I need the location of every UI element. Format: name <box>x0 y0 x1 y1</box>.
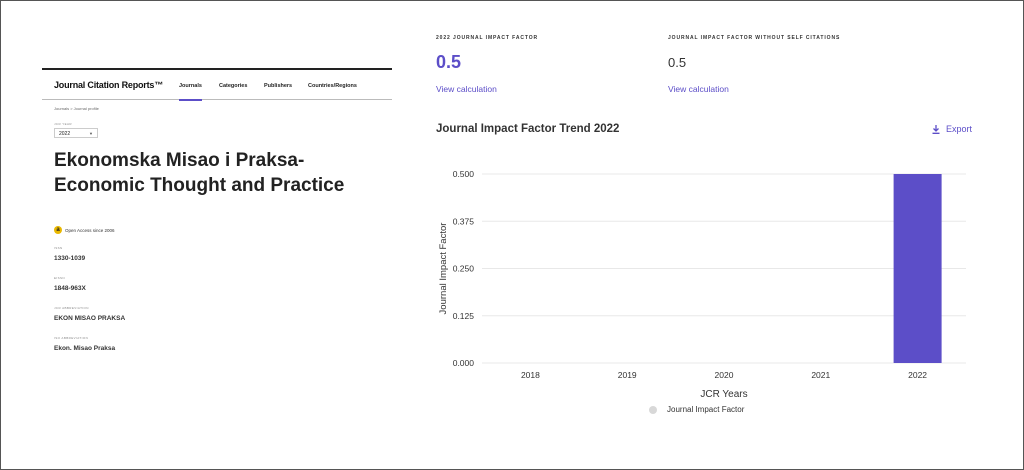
x-axis-title: JCR Years <box>700 389 747 400</box>
y-tick-label: 0.250 <box>453 264 475 274</box>
journal-title: Ekonomska Misao i Praksa-Economic Though… <box>54 150 345 196</box>
open-access-icon: a <box>54 226 62 234</box>
x-tick-label: 2022 <box>908 370 927 380</box>
iso-abbreviation-value: Ekon. Misao Praksa <box>54 345 116 352</box>
jcr-abbreviation-label: JCR ABBREVIATION <box>54 306 89 310</box>
jcr-year-value: 2022 <box>59 131 71 137</box>
issn-label: ISSN <box>54 246 63 250</box>
y-tick-label: 0.500 <box>453 169 475 179</box>
impact-factor-trend-chart: 0.000 0.125 0.250 0.375 0.500 2018 2019 2020 202… <box>438 169 966 400</box>
x-tick-label: 2021 <box>811 370 830 380</box>
jif-no-self-cite-value: 0.5 <box>668 55 687 70</box>
y-axis-title: Journal Impact Factor <box>438 223 449 315</box>
chevron-down-icon: ▼ <box>89 131 93 136</box>
nav-publishers[interactable]: Publishers <box>264 83 292 89</box>
iso-abbreviation-label: ISO ABBREVIATION <box>54 336 89 340</box>
y-tick-label: 0.125 <box>453 311 475 321</box>
jcr-year-select[interactable]: 2022 ▼ <box>54 128 98 138</box>
nav-journals[interactable]: Journals <box>179 83 202 101</box>
open-access-badge: a Open Access since 2006 <box>54 226 115 234</box>
journal-profile-panel: Journal Citation Reports™ Journals Categ… <box>42 68 392 380</box>
jif-label: 2022 JOURNAL IMPACT FACTOR <box>436 35 539 41</box>
breadcrumb[interactable]: Journals > Journal profile <box>54 106 99 111</box>
download-icon <box>932 124 940 134</box>
jif-no-self-cite-label: JOURNAL IMPACT FACTOR WITHOUT SELF CITAT… <box>668 35 841 41</box>
jcr-abbreviation-value: EKON MISAO PRAKSA <box>54 315 126 322</box>
y-tick-label: 0.375 <box>453 216 475 226</box>
eissn-label: EISSN <box>54 276 66 280</box>
jif-no-self-cite-view-calculation-link[interactable]: View calculation <box>668 84 729 94</box>
legend-label: Journal Impact Factor <box>667 405 745 414</box>
jif-view-calculation-link[interactable]: View calculation <box>436 84 497 94</box>
jcr-top-bar: Journal Citation Reports™ Journals Categ… <box>42 68 392 101</box>
jif-value: 0.5 <box>436 52 462 72</box>
jcr-brand[interactable]: Journal Citation Reports™ <box>54 80 163 90</box>
legend-swatch[interactable] <box>649 405 657 414</box>
export-label: Export <box>946 124 973 134</box>
nav-countries-regions[interactable]: Countries/Regions <box>308 83 357 89</box>
x-tick-label: 2019 <box>618 370 637 380</box>
open-access-text: Open Access since 2006 <box>65 227 115 233</box>
jcr-year-label: JCR YEAR <box>54 122 72 126</box>
nav-categories[interactable]: Categories <box>219 83 247 89</box>
x-tick-label: 2018 <box>521 370 540 380</box>
eissn-value: 1848-963X <box>54 285 86 292</box>
bar-2022[interactable] <box>893 174 942 363</box>
x-tick-label: 2020 <box>715 370 734 380</box>
export-button[interactable]: Export <box>932 124 972 134</box>
chart-legend: Journal Impact Factor <box>649 405 744 414</box>
trend-chart-title: Journal Impact Factor Trend 2022 <box>436 123 620 135</box>
issn-value: 1330-1039 <box>54 255 86 262</box>
y-tick-label: 0.000 <box>453 358 475 368</box>
